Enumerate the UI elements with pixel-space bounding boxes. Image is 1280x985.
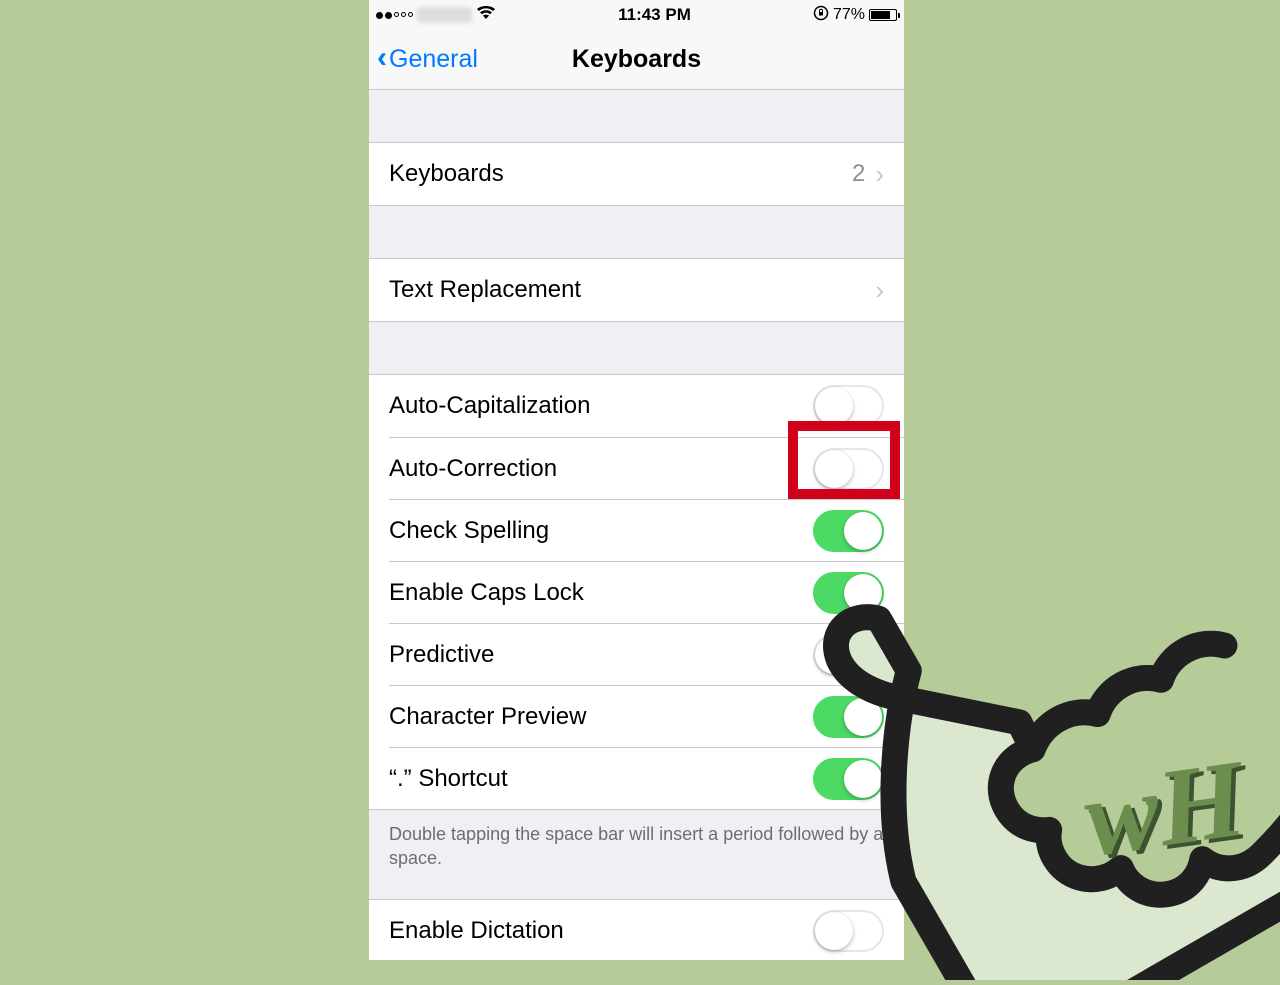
signal-strength-icon bbox=[376, 12, 413, 19]
enable-dictation-row: Enable Dictation bbox=[369, 900, 904, 960]
auto-correction-label: Auto-Correction bbox=[389, 455, 813, 483]
keyboards-count: 2 bbox=[852, 160, 865, 188]
period-shortcut-row: “.” Shortcut bbox=[389, 747, 904, 809]
check-spelling-toggle[interactable] bbox=[813, 510, 884, 552]
text-replacement-row[interactable]: Text Replacement › bbox=[369, 259, 904, 321]
enable-caps-lock-toggle[interactable] bbox=[813, 572, 884, 614]
back-label: General bbox=[389, 45, 478, 74]
status-left bbox=[376, 6, 496, 25]
phone-screen: 11:43 PM 77% ‹ General Keyboards Keyboar… bbox=[369, 0, 904, 960]
auto-correction-toggle[interactable] bbox=[813, 448, 884, 490]
period-shortcut-label: “.” Shortcut bbox=[389, 765, 813, 793]
enable-dictation-toggle[interactable] bbox=[813, 910, 884, 952]
chevron-left-icon: ‹ bbox=[377, 43, 387, 73]
predictive-toggle[interactable] bbox=[813, 634, 884, 676]
check-spelling-label: Check Spelling bbox=[389, 517, 813, 545]
status-bar: 11:43 PM 77% bbox=[369, 0, 904, 30]
character-preview-label: Character Preview bbox=[389, 703, 813, 731]
predictive-label: Predictive bbox=[389, 641, 813, 669]
auto-capitalization-toggle[interactable] bbox=[813, 385, 884, 427]
auto-capitalization-row: Auto-Capitalization bbox=[369, 375, 904, 437]
back-button[interactable]: ‹ General bbox=[369, 45, 478, 75]
carrier-label-blurred bbox=[417, 7, 472, 23]
orientation-lock-icon bbox=[813, 5, 829, 26]
navigation-bar: ‹ General Keyboards bbox=[369, 30, 904, 90]
wifi-icon bbox=[476, 6, 496, 25]
period-shortcut-toggle[interactable] bbox=[813, 758, 884, 800]
text-replacement-label: Text Replacement bbox=[389, 276, 875, 304]
battery-percent: 77% bbox=[833, 6, 865, 24]
auto-correction-row: Auto-Correction bbox=[389, 437, 904, 499]
predictive-row: Predictive bbox=[389, 623, 904, 685]
chevron-right-icon: › bbox=[875, 159, 884, 190]
wikihow-logo: wH bbox=[1077, 735, 1252, 883]
auto-capitalization-label: Auto-Capitalization bbox=[389, 392, 813, 420]
battery-fill bbox=[871, 11, 890, 19]
enable-caps-lock-row: Enable Caps Lock bbox=[389, 561, 904, 623]
period-shortcut-footer: Double tapping the space bar will insert… bbox=[369, 810, 904, 871]
keyboards-label: Keyboards bbox=[389, 160, 852, 188]
check-spelling-row: Check Spelling bbox=[389, 499, 904, 561]
keyboards-row[interactable]: Keyboards 2 › bbox=[369, 143, 904, 205]
enable-dictation-label: Enable Dictation bbox=[389, 917, 813, 945]
status-right: 77% bbox=[813, 5, 897, 26]
battery-icon bbox=[869, 9, 897, 21]
status-time: 11:43 PM bbox=[618, 5, 691, 25]
character-preview-toggle[interactable] bbox=[813, 696, 884, 738]
character-preview-row: Character Preview bbox=[389, 685, 904, 747]
chevron-right-icon: › bbox=[875, 275, 884, 306]
enable-caps-lock-label: Enable Caps Lock bbox=[389, 579, 813, 607]
